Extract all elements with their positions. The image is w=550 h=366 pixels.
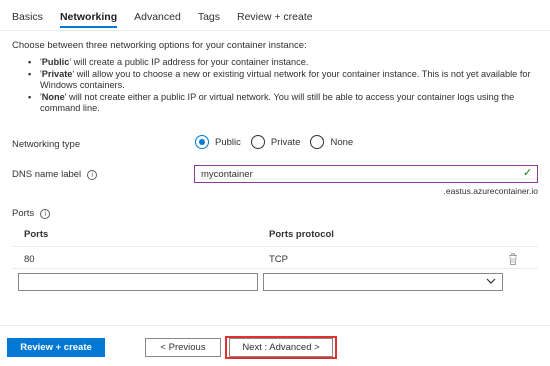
dns-name-label: DNS name label i [12, 169, 98, 180]
previous-button[interactable]: < Previous [145, 338, 221, 357]
column-header-ports-protocol: Ports protocol [269, 229, 334, 240]
dns-name-input[interactable] [194, 165, 538, 183]
option-name: Private [41, 69, 73, 79]
new-port-input[interactable] [18, 273, 258, 291]
tab-advanced[interactable]: Advanced [134, 0, 181, 34]
radio-unchecked-icon[interactable] [310, 135, 325, 149]
ports-section-label: Ports i [12, 208, 51, 219]
radio-unchecked-icon[interactable] [250, 135, 265, 149]
networking-type-label: Networking type [12, 139, 80, 150]
radio-public[interactable]: Public [195, 135, 241, 149]
networking-type-label-text: Networking type [12, 139, 81, 150]
table-header-divider [12, 246, 538, 247]
option-description: will not create either a public IP or vi… [40, 92, 515, 113]
chevron-down-icon [486, 278, 496, 284]
radio-none[interactable]: None [310, 135, 353, 149]
table-cell-protocol: TCP [269, 254, 288, 265]
checkmark-icon: ✓ [523, 166, 533, 179]
tab-basics[interactable]: Basics [12, 0, 43, 34]
table-cell-port: 80 [24, 254, 35, 265]
networking-type-radio-group: Public Private None [195, 135, 363, 149]
option-name: Public [41, 57, 70, 67]
tab-tags[interactable]: Tags [198, 0, 220, 34]
column-header-ports: Ports [24, 229, 49, 240]
radio-private[interactable]: Private [250, 135, 301, 149]
tab-review-create[interactable]: Review + create [237, 0, 313, 34]
review-create-button[interactable]: Review + create [7, 338, 105, 357]
radio-checked-icon[interactable] [195, 135, 209, 149]
list-item: 'Public' will create a public IP address… [28, 57, 538, 68]
radio-private-label: Private [270, 136, 301, 148]
intro-text: Choose between three networking options … [12, 40, 307, 51]
next-advanced-button[interactable]: Next : Advanced > [229, 338, 333, 357]
option-name: None [41, 92, 65, 102]
radio-public-label: Public [215, 136, 241, 148]
dns-suffix: .eastus.azurecontainer.io [443, 186, 538, 196]
radio-none-label: None [330, 136, 354, 148]
table-row-divider [12, 268, 538, 269]
networking-options-list: 'Public' will create a public IP address… [28, 57, 538, 115]
option-description: will create a public IP address for your… [71, 57, 309, 67]
list-item: 'None' will not create either a public I… [28, 92, 538, 114]
list-item: 'Private' will allow you to choose a new… [28, 69, 538, 91]
info-icon[interactable]: i [87, 169, 98, 180]
ports-label-text: Ports [12, 208, 35, 219]
tabs-divider [0, 30, 550, 31]
dns-name-label-text: DNS name label [12, 169, 82, 180]
new-protocol-dropdown[interactable] [263, 273, 503, 291]
option-description: will allow you to choose a new or existi… [40, 69, 531, 90]
tab-networking[interactable]: Networking [59, 0, 118, 34]
tab-bar: Basics Networking Advanced Tags Review +… [12, 0, 330, 34]
footer-divider [0, 325, 550, 326]
info-icon[interactable]: i [40, 208, 51, 219]
trash-icon[interactable] [508, 253, 518, 265]
